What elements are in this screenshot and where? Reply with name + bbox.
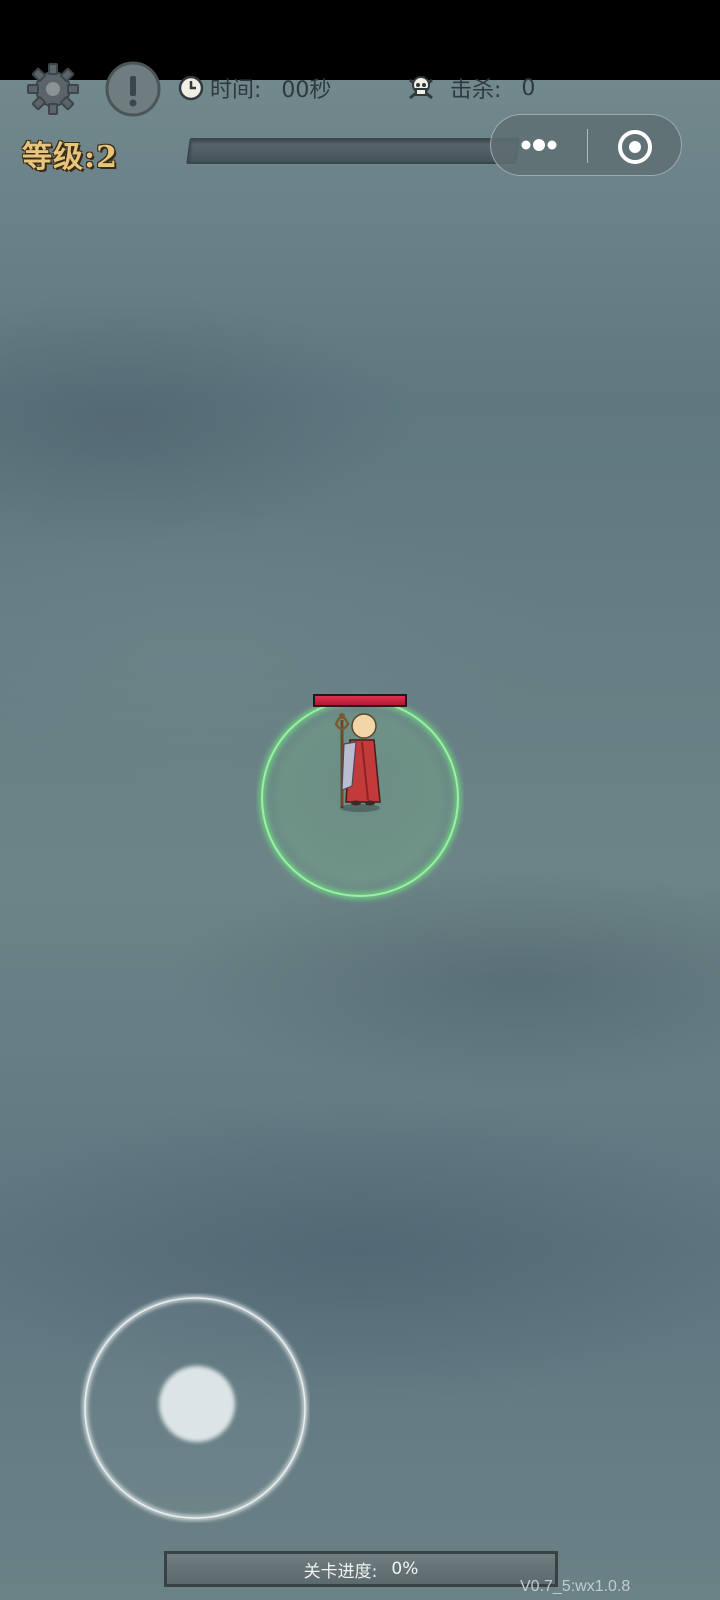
kills-label: 击杀: xyxy=(450,78,502,103)
version-label: V0.7_5:wx1.0.8 xyxy=(520,1578,631,1595)
stage-progress-label: 关卡进度: xyxy=(303,1561,378,1582)
gear-icon[interactable] xyxy=(24,60,82,118)
player-health-fill xyxy=(315,696,405,705)
more-dots-icon[interactable] xyxy=(519,133,559,157)
level-indicator: 等级:2 xyxy=(22,132,118,176)
target-circle-icon[interactable] xyxy=(617,129,653,165)
virtual-joystick[interactable] xyxy=(80,1293,310,1523)
time-label: 时间: xyxy=(210,78,262,103)
kill-counter: 击杀: 0 xyxy=(406,72,535,104)
skull-crossbones-icon xyxy=(409,76,433,100)
kills-value: 0 xyxy=(521,75,536,101)
level-label: 等级: xyxy=(22,140,97,175)
player-health-bar xyxy=(313,694,407,707)
timer: 时间: 00秒 xyxy=(178,72,331,104)
stage-progress-bar: 关卡进度: 0% xyxy=(164,1551,558,1587)
clock-icon xyxy=(178,75,204,101)
miniprogram-capsule xyxy=(490,114,682,176)
experience-bar xyxy=(186,138,520,164)
level-value: 2 xyxy=(96,140,118,175)
time-value: 00秒 xyxy=(281,78,332,103)
player-aura xyxy=(259,697,461,899)
capsule-divider xyxy=(587,129,588,163)
alert-icon[interactable] xyxy=(104,60,162,118)
experience-bar-fill xyxy=(188,140,192,162)
player-character xyxy=(256,690,464,910)
joystick-thumb xyxy=(159,1366,235,1442)
stage-progress-value: 0% xyxy=(391,1559,419,1579)
